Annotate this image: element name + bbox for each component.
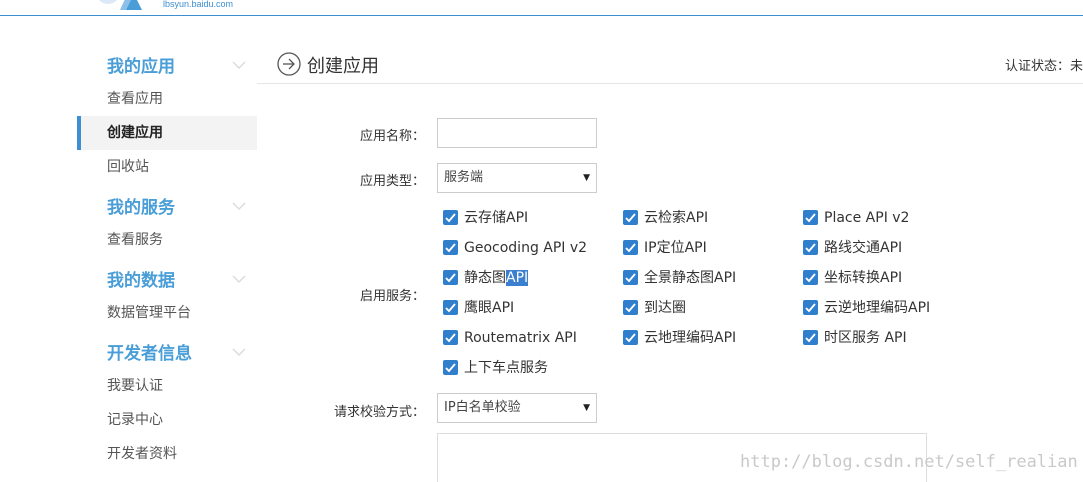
- checkbox-checked-icon[interactable]: [803, 240, 818, 255]
- chevron-down-icon[interactable]: [232, 274, 246, 284]
- verify-method-select[interactable]: IP白名单校验 ▼: [437, 393, 597, 423]
- service-label: 到达圈: [644, 300, 686, 316]
- sidebar: 我的应用 查看应用 创建应用 回收站 我的服务 查看服务 我的数据 数据管理平台…: [77, 40, 257, 482]
- service-label: Geocoding API v2: [464, 240, 588, 256]
- dropdown-arrow-icon: ▼: [583, 173, 590, 183]
- chevron-down-icon[interactable]: [232, 347, 246, 357]
- checkbox-checked-icon[interactable]: [443, 210, 458, 225]
- sidebar-group-my-apps[interactable]: 我的应用: [107, 52, 175, 77]
- service-label-text: 静态图: [464, 270, 506, 286]
- service-label: Routematrix API: [464, 330, 577, 346]
- sidebar-item-records[interactable]: 记录中心: [77, 403, 257, 437]
- checkbox-checked-icon[interactable]: [803, 300, 818, 315]
- selected-text-highlight: API: [506, 270, 529, 286]
- sidebar-group-developer-info[interactable]: 开发者信息: [107, 339, 192, 364]
- app-name-label: 应用名称：: [359, 129, 425, 144]
- sidebar-item-verify[interactable]: 我要认证: [77, 369, 257, 403]
- sidebar-group-my-services[interactable]: 我的服务: [107, 193, 175, 218]
- service-label: 云检索API: [644, 210, 709, 226]
- verify-method-value: IP白名单校验: [444, 400, 521, 415]
- service-label: 鹰眼API: [464, 300, 515, 316]
- checkbox-checked-icon[interactable]: [443, 360, 458, 375]
- sidebar-item-recycle-bin[interactable]: 回收站: [77, 150, 257, 184]
- sidebar-item-create-app[interactable]: 创建应用: [77, 116, 257, 150]
- logo-text: lbsyun.baidu.com: [163, 0, 234, 9]
- sidebar-item-view-services[interactable]: 查看服务: [77, 223, 257, 257]
- watermark: http://blog.csdn.net/self_realian: [740, 452, 1078, 472]
- checkbox-checked-icon[interactable]: [803, 210, 818, 225]
- checkbox-checked-icon[interactable]: [443, 330, 458, 345]
- sidebar-group-my-data[interactable]: 我的数据: [107, 266, 175, 291]
- service-label: Place API v2: [824, 210, 910, 226]
- checkbox-checked-icon[interactable]: [623, 270, 638, 285]
- checkbox-checked-icon[interactable]: [623, 330, 638, 345]
- arrow-right-circle-icon: [277, 52, 301, 76]
- service-label: 路线交通API: [824, 240, 903, 256]
- checkbox-checked-icon[interactable]: [623, 240, 638, 255]
- checkbox-checked-icon[interactable]: [623, 210, 638, 225]
- service-label: 全景静态图API: [644, 270, 737, 286]
- service-label: 上下车点服务: [464, 360, 548, 376]
- checkbox-checked-icon[interactable]: [623, 300, 638, 315]
- checkbox-checked-icon[interactable]: [803, 330, 818, 345]
- app-name-input[interactable]: [437, 118, 597, 148]
- sidebar-item-developer-profile[interactable]: 开发者资料: [77, 437, 257, 471]
- sidebar-item-view-apps[interactable]: 查看应用: [77, 82, 257, 116]
- baidu-lbs-logo-icon[interactable]: [96, 0, 156, 10]
- checkbox-checked-icon[interactable]: [443, 300, 458, 315]
- checkbox-checked-icon[interactable]: [443, 270, 458, 285]
- page-title: 创建应用: [307, 56, 379, 77]
- chevron-down-icon[interactable]: [232, 60, 246, 70]
- app-type-select[interactable]: 服务端 ▼: [437, 163, 597, 193]
- app-type-value: 服务端: [444, 170, 484, 185]
- service-label: 静态图API: [464, 268, 529, 288]
- verify-method-label: 请求校验方式：: [333, 405, 425, 420]
- top-header: lbsyun.baidu.com: [0, 0, 1083, 16]
- sidebar-item-data-platform[interactable]: 数据管理平台: [77, 296, 257, 330]
- auth-status: 认证状态：未: [1005, 59, 1083, 74]
- chevron-down-icon[interactable]: [232, 201, 246, 211]
- app-type-label: 应用类型：: [359, 174, 425, 189]
- service-label: 云地理编码API: [644, 330, 737, 346]
- service-label: 时区服务 API: [824, 330, 907, 346]
- service-label: 坐标转换API: [824, 270, 903, 286]
- checkbox-checked-icon[interactable]: [443, 240, 458, 255]
- dropdown-arrow-icon: ▼: [583, 403, 590, 413]
- service-label: 云逆地理编码API: [824, 300, 931, 316]
- main-title-row: 创建应用 认证状态：未: [257, 40, 1083, 84]
- service-label: 云存储API: [464, 210, 529, 226]
- services-label: 启用服务：: [359, 289, 425, 304]
- checkbox-checked-icon[interactable]: [803, 270, 818, 285]
- service-label: IP定位API: [644, 240, 707, 256]
